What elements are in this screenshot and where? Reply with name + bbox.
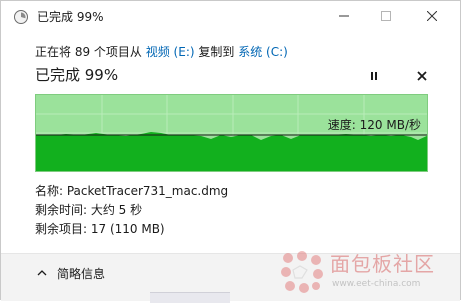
minimize-icon: [339, 15, 349, 17]
copy-status-prefix: 正在将 89 个项目从: [35, 45, 142, 59]
copy-status-middle: 复制到: [198, 45, 235, 59]
destination-link[interactable]: 系统 (C:): [238, 45, 288, 59]
minimize-button[interactable]: [321, 1, 367, 31]
time-remaining-label: 剩余时间: 大约 5 秒: [35, 203, 143, 217]
title-bar[interactable]: 已完成 99%: [1, 1, 460, 33]
pause-button[interactable]: [361, 67, 387, 85]
watermark-icon: [281, 251, 323, 293]
progress-heading: 已完成 99%: [35, 66, 119, 84]
cancel-button[interactable]: [409, 67, 435, 85]
maximize-button[interactable]: [363, 1, 409, 31]
speed-area: [36, 132, 427, 171]
chevron-up-icon: [37, 270, 47, 276]
source-link[interactable]: 视频 (E:): [146, 45, 195, 59]
cancel-icon: [417, 71, 427, 81]
copy-progress-icon: [13, 9, 29, 25]
close-icon: [427, 11, 437, 21]
speed-label: 速度: 120 MB/秒: [327, 118, 421, 132]
fewer-details-label: 简略信息: [57, 266, 106, 281]
window-title: 已完成 99%: [37, 10, 104, 24]
maximize-icon: [381, 11, 391, 21]
watermark-url: www.eet-china.com: [332, 279, 421, 289]
transfer-speed-graph: 速度: 120 MB/秒: [35, 94, 428, 172]
copy-status-line: 正在将 89 个项目从 视频 (E:) 复制到 系统 (C:): [35, 44, 288, 60]
background-taskbar-fragment: [150, 292, 230, 303]
close-button[interactable]: [409, 1, 455, 31]
pause-icon: [371, 72, 377, 80]
items-remaining-label: 剩余项目: 17 (110 MB): [35, 222, 165, 236]
watermark-text: 面包板社区: [330, 252, 435, 276]
speed-graph-canvas: [36, 95, 427, 171]
file-name-label: 名称: PacketTracer731_mac.dmg: [35, 184, 229, 198]
watermark-logo: 面包板社区 www.eet-china.com: [278, 248, 458, 298]
fewer-details-button[interactable]: 简略信息: [37, 264, 105, 282]
